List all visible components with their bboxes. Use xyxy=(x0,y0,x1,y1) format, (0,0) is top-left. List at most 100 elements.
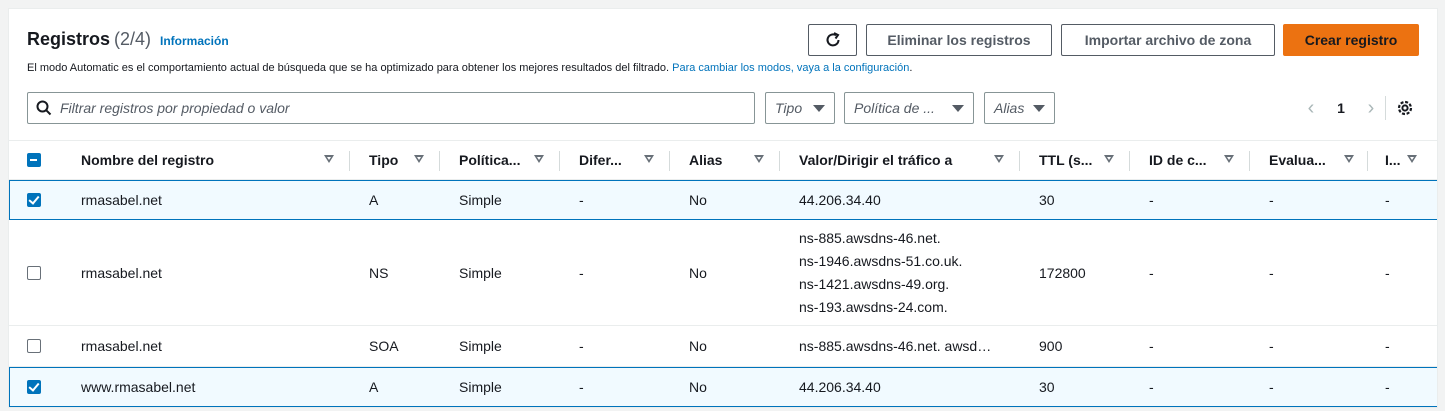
column-divider xyxy=(1367,151,1368,171)
type-filter-dropdown[interactable]: Tipo xyxy=(765,92,835,124)
alias-filter-dropdown[interactable]: Alias xyxy=(984,92,1055,124)
row-checkbox[interactable] xyxy=(27,193,41,207)
description-end: . xyxy=(909,62,913,74)
record-value: ns-885.awsdns-46.net. awsd… xyxy=(799,338,992,354)
column-divider xyxy=(559,151,560,171)
previous-page-icon[interactable]: ‹ xyxy=(1299,97,1323,120)
column-header-type[interactable]: Tipo xyxy=(369,141,398,179)
column-label: ID de c... xyxy=(1149,152,1207,168)
record-alias: No xyxy=(689,338,707,354)
refresh-icon xyxy=(826,32,839,47)
caret-down-icon xyxy=(813,104,825,112)
type-filter-label: Tipo xyxy=(775,100,803,116)
record-value: 44.206.34.40 xyxy=(799,379,881,395)
record-type: SOA xyxy=(369,338,399,354)
refresh-button[interactable] xyxy=(808,24,857,56)
record-differentiator: - xyxy=(579,264,584,281)
import-zone-file-button[interactable]: Importar archivo de zona xyxy=(1061,24,1275,56)
filter-box xyxy=(27,92,755,124)
sort-icon[interactable] xyxy=(994,155,1004,163)
record-name: www.rmasabel.net xyxy=(81,379,196,395)
record-name: rmasabel.net xyxy=(81,338,162,354)
column-label: Alias xyxy=(689,152,723,168)
column-header-alias[interactable]: Alias xyxy=(689,141,722,179)
records-panel: Registros (2/4) Información El modo Autom… xyxy=(8,8,1438,408)
sort-icon[interactable] xyxy=(1224,155,1234,163)
record-differentiator: - xyxy=(579,338,584,354)
row-checkbox[interactable] xyxy=(27,380,41,394)
column-divider xyxy=(349,151,350,171)
page-title: Registros (2/4) xyxy=(27,29,151,50)
sort-icon[interactable] xyxy=(1344,155,1354,163)
selection-count: (2/4) xyxy=(114,29,152,49)
record-value-line: ns-1946.awsdns-51.co.uk. xyxy=(799,252,963,269)
pagination: ‹ 1 › xyxy=(1299,92,1383,124)
settings-link[interactable]: Para cambiar los modos, vaya a la config… xyxy=(672,62,909,74)
record-i: - xyxy=(1385,338,1390,354)
description-text: El modo Automatic es el comportamiento a… xyxy=(27,62,670,74)
policy-filter-dropdown[interactable]: Política de ... xyxy=(844,92,974,124)
column-label: Nombre del registro xyxy=(81,152,215,168)
search-icon xyxy=(36,100,52,116)
sort-icon[interactable] xyxy=(754,155,764,163)
record-alias: No xyxy=(689,264,707,281)
record-ttl: 30 xyxy=(1039,379,1055,395)
settings-gear-icon[interactable] xyxy=(1394,97,1416,119)
record-differentiator: - xyxy=(579,379,584,395)
column-header-differentiator[interactable]: Difer... xyxy=(579,141,622,179)
column-divider xyxy=(1019,151,1020,171)
record-evaluate: - xyxy=(1269,192,1274,208)
delete-records-button[interactable]: Eliminar los registros xyxy=(866,24,1052,56)
record-health-check-id: - xyxy=(1149,338,1154,354)
sort-icon[interactable] xyxy=(1104,155,1114,163)
table-row[interactable]: rmasabel.net A Simple - No 44.206.34.40 … xyxy=(9,180,1437,220)
record-policy: Simple xyxy=(459,192,502,208)
column-header-i[interactable]: I... xyxy=(1385,141,1401,179)
sort-icon[interactable] xyxy=(1407,155,1417,163)
column-header-ttl[interactable]: TTL (s... xyxy=(1039,141,1092,179)
record-value-line: ns-1421.awsdns-49.org. xyxy=(799,275,950,292)
record-policy: Simple xyxy=(459,264,502,281)
column-label: TTL (s... xyxy=(1039,152,1093,168)
title-text: Registros xyxy=(27,29,111,49)
divider xyxy=(1385,96,1386,120)
column-header-health-check-id[interactable]: ID de c... xyxy=(1149,141,1207,179)
column-label: I... xyxy=(1385,152,1401,168)
column-label: Difer... xyxy=(579,152,622,168)
record-value: ns-885.awsdns-46.net. ns-1946.awsdns-51.… xyxy=(799,220,962,325)
record-name: rmasabel.net xyxy=(81,264,162,281)
row-checkbox[interactable] xyxy=(27,266,41,280)
record-type: NS xyxy=(369,264,389,281)
column-header-value[interactable]: Valor/Dirigir el tráfico a xyxy=(799,141,952,179)
next-page-icon[interactable]: › xyxy=(1359,97,1383,120)
info-link[interactable]: Información xyxy=(160,34,229,48)
sort-icon[interactable] xyxy=(644,155,654,163)
table-row[interactable]: rmasabel.net NS Simple - No ns-885.awsdn… xyxy=(9,220,1437,326)
sort-icon[interactable] xyxy=(324,155,334,163)
record-evaluate: - xyxy=(1269,264,1274,281)
filter-input[interactable] xyxy=(60,100,740,116)
column-divider xyxy=(439,151,440,171)
sort-icon[interactable] xyxy=(534,155,544,163)
column-label: Tipo xyxy=(369,152,399,168)
row-checkbox[interactable] xyxy=(27,339,41,353)
column-header-evaluate[interactable]: Evalua... xyxy=(1269,141,1326,179)
policy-filter-label: Política de ... xyxy=(854,100,935,116)
record-i: - xyxy=(1385,192,1390,208)
search-mode-description: El modo Automatic es el comportamiento a… xyxy=(27,62,912,74)
create-record-button[interactable]: Crear registro xyxy=(1283,24,1419,56)
record-evaluate: - xyxy=(1269,338,1274,354)
column-header-policy[interactable]: Política... xyxy=(459,141,520,179)
select-all-checkbox[interactable] xyxy=(27,153,41,167)
sort-icon[interactable] xyxy=(414,155,424,163)
table-row[interactable]: www.rmasabel.net A Simple - No 44.206.34… xyxy=(9,367,1437,407)
caret-down-icon xyxy=(952,104,964,112)
column-label: Valor/Dirigir el tráfico a xyxy=(799,152,953,168)
record-policy: Simple xyxy=(459,338,502,354)
column-header-name[interactable]: Nombre del registro xyxy=(81,141,214,179)
record-ttl: 172800 xyxy=(1039,264,1086,281)
table-row[interactable]: rmasabel.net SOA Simple - No ns-885.awsd… xyxy=(9,326,1437,367)
record-value: 44.206.34.40 xyxy=(799,192,881,208)
current-page[interactable]: 1 xyxy=(1323,100,1359,116)
record-ttl: 30 xyxy=(1039,192,1055,208)
